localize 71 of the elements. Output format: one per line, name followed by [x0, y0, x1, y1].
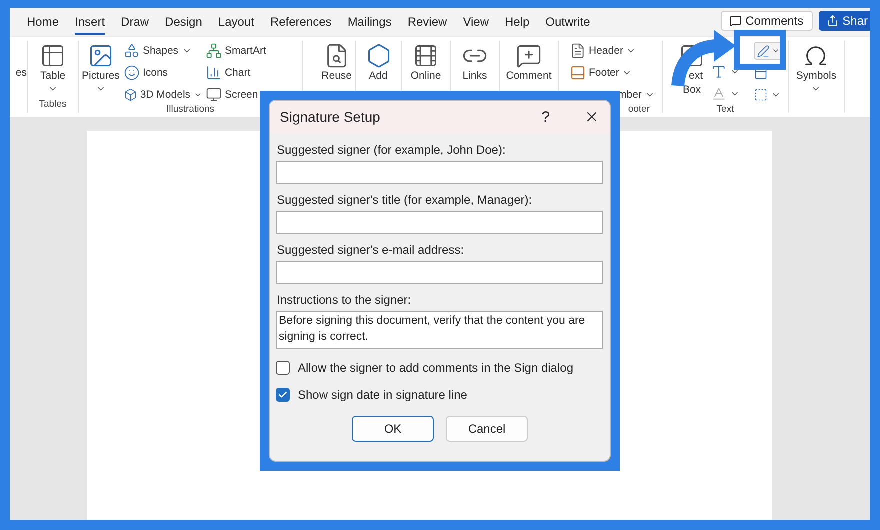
help-button[interactable]: ?: [542, 108, 550, 126]
group-label: Illustrations: [165, 104, 216, 115]
wordart-icon: [711, 64, 727, 80]
table-button[interactable]: Table: [38, 41, 68, 99]
ribbon-tab[interactable]: Home: [27, 10, 60, 34]
group-label: ooter: [627, 104, 651, 115]
film-icon: [412, 43, 439, 69]
screenshot-icon: [206, 87, 222, 103]
instructions-field[interactable]: Before signing this document, verify that the content you are signing is correct.: [276, 311, 603, 349]
checkbox-label: Allow the signer to add comments in the Sign dialog: [298, 361, 574, 375]
symbols-button[interactable]: Symbols: [796, 41, 837, 113]
smartart-button[interactable]: SmartArt: [206, 42, 266, 60]
signature-icon: [757, 44, 770, 58]
highlight-frame: [734, 30, 786, 70]
share-button[interactable]: Shar: [818, 10, 870, 30]
chart-icon: [206, 65, 222, 81]
checkbox[interactable]: [276, 388, 290, 402]
links-button[interactable]: Links: [460, 41, 490, 113]
header-icon: [570, 43, 586, 59]
ribbon-tab[interactable]: Draw: [121, 10, 150, 34]
ribbon-tab[interactable]: Help: [504, 10, 530, 34]
comment-add-icon: [516, 43, 542, 69]
object-icon: [754, 88, 768, 102]
comment-icon: [730, 14, 742, 26]
checkbox[interactable]: [276, 361, 290, 375]
ribbon-tab[interactable]: Design: [165, 10, 202, 34]
table-icon: [40, 43, 66, 69]
input-field[interactable]: [276, 211, 603, 234]
text-box-icon: [679, 43, 705, 69]
3d-models-button[interactable]: 3D Models: [124, 86, 202, 104]
online-video-button[interactable]: Online: [410, 41, 442, 113]
input-field[interactable]: [276, 261, 603, 284]
ribbon-tab[interactable]: Mailings: [348, 10, 392, 34]
group-label: Text: [716, 104, 736, 115]
ribbon-tab[interactable]: Outwrite: [546, 10, 590, 34]
wordart-button[interactable]: [711, 63, 740, 81]
dialog-button[interactable]: Cancel: [446, 416, 528, 442]
shapes-icon: [124, 43, 140, 59]
ribbon-tab[interactable]: Review: [408, 10, 448, 34]
field-label: Suggested signer's title (for example, Manager):: [277, 193, 534, 207]
cube-icon: [124, 87, 138, 103]
chevron-icon: [772, 47, 780, 55]
field-label: Suggested signer's e-mail address:: [277, 243, 466, 257]
hexagon-icon: [366, 43, 392, 69]
ribbon-tab[interactable]: Insert: [75, 10, 106, 34]
ribbon-tab[interactable]: View: [463, 10, 489, 34]
comments-button[interactable]: Comments: [720, 10, 813, 30]
checkbox-label: Show sign date in signature line: [298, 388, 468, 402]
footer-icon: [570, 65, 586, 81]
input-field[interactable]: [276, 161, 603, 184]
field-label: Instructions to the signer:: [277, 293, 412, 307]
field-label: Suggested signer (for example, John Doe):: [277, 143, 507, 157]
ribbon-button[interactable]: es: [16, 67, 27, 80]
pictures-button[interactable]: Pictures: [82, 41, 120, 104]
check-icon: [278, 390, 288, 400]
text-box-button[interactable]: ext Box: [677, 41, 707, 104]
ribbon-tab[interactable]: Layout: [218, 10, 254, 34]
icons-button[interactable]: Icons: [124, 64, 202, 82]
footer-button[interactable]: Footer: [570, 64, 655, 82]
ribbon-tab[interactable]: References: [270, 10, 332, 34]
chart-button[interactable]: Chart: [206, 64, 266, 82]
curved-arrow-icon: [672, 30, 736, 87]
screenshot-button[interactable]: Screen: [206, 86, 266, 104]
header-button[interactable]: Header: [570, 42, 655, 60]
signature-line-button[interactable]: [754, 42, 783, 60]
group-label: Tables: [38, 99, 68, 112]
share-icon: [826, 14, 839, 26]
picture-icon: [88, 43, 114, 69]
dialog-button[interactable]: OK: [352, 416, 434, 442]
smartart-icon: [206, 43, 222, 59]
shapes-button[interactable]: Shapes: [124, 42, 202, 60]
